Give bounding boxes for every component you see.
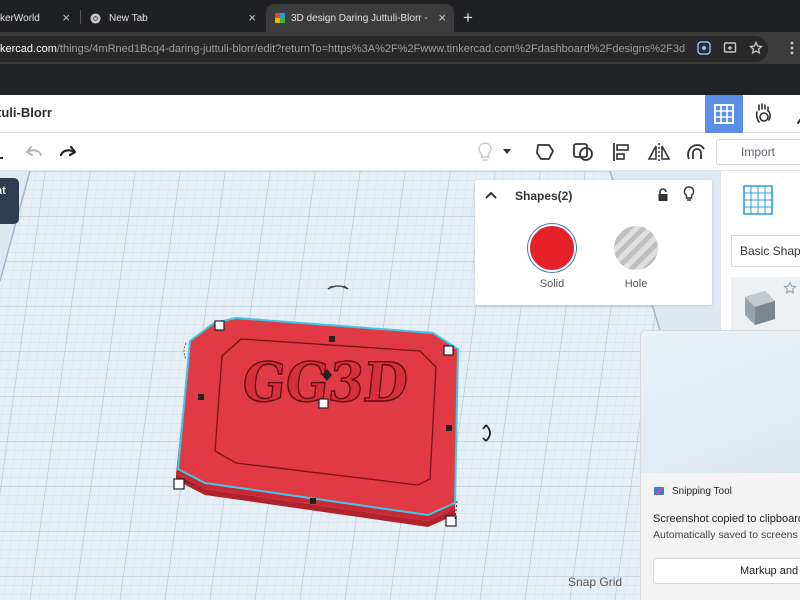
snipping-tool-icon (654, 487, 664, 496)
bookmark-star-icon[interactable] (749, 41, 763, 55)
install-app-icon[interactable] (723, 41, 737, 55)
gg3d-plate-shape[interactable]: GG3D (176, 316, 460, 527)
snipping-tool-notification[interactable]: Snipping Tool Screenshot copied to clipb… (640, 330, 800, 600)
light-button[interactable] (472, 140, 498, 164)
tab-title: New Tab (109, 12, 148, 24)
new-tab-button[interactable]: + (458, 4, 478, 32)
note-button[interactable] (532, 140, 558, 164)
screenshot-preview[interactable] (641, 331, 800, 473)
corner-handle[interactable] (443, 345, 454, 356)
group-button[interactable] (570, 140, 596, 164)
address-bar-row: kercad.com/things/4mRned1Bcq4-daring-jut… (0, 32, 800, 64)
undo-arrow-icon (26, 146, 42, 156)
notification-app-name: Snipping Tool (672, 485, 732, 497)
shape-card-box[interactable] (731, 277, 800, 335)
lock-icon[interactable] (657, 188, 669, 202)
mirror-button[interactable] (646, 140, 672, 164)
snap-grid-label[interactable]: Snap Grid (568, 575, 622, 589)
height-handle[interactable] (318, 398, 329, 409)
cruise-button[interactable] (684, 140, 710, 164)
browser-menu-icon[interactable] (788, 41, 796, 55)
hole-swatch[interactable] (614, 226, 658, 270)
solid-color-swatch[interactable] (530, 226, 574, 270)
redo-button[interactable] (56, 140, 82, 164)
magnet-hand-icon (687, 144, 705, 160)
notification-message: Screenshot copied to clipboard (653, 513, 800, 525)
tab-title: 3D design Daring Juttuli-Blorr - (291, 12, 428, 24)
chrome-icon (90, 12, 101, 24)
visibility-bulb-icon[interactable] (683, 186, 695, 202)
import-button[interactable]: Import (716, 139, 800, 165)
left-panel-tab[interactable]: at (0, 178, 19, 224)
caret-down-icon (503, 149, 511, 154)
grid-icon (714, 104, 734, 124)
close-tab-icon[interactable]: × (248, 10, 256, 25)
url-path: /things/4mRned1Bcq4-daring-juttuli-blorr… (56, 43, 686, 55)
notification-app: Snipping Tool (653, 485, 732, 497)
close-tab-icon[interactable]: × (62, 10, 70, 25)
shape-category-select[interactable]: Basic Shap (731, 235, 800, 267)
collapse-chevron-icon[interactable] (485, 191, 497, 199)
browser-tab-bar: kerWorld × New Tab × 3D design Daring Ju… (0, 0, 800, 32)
url-host: kercad.com (0, 43, 57, 55)
app-header: tuli-Blorr (0, 95, 800, 133)
hole-option[interactable]: Hole (606, 226, 666, 290)
sim-lab-button[interactable] (745, 95, 783, 133)
tab-kerworld[interactable]: kerWorld × (0, 4, 78, 32)
google-lens-icon[interactable] (697, 41, 711, 55)
undo-button[interactable] (20, 140, 46, 164)
align-icon (613, 143, 629, 161)
grid-view-button[interactable] (705, 95, 743, 133)
tab-new-tab[interactable]: New Tab × (82, 4, 264, 32)
pickaxe-icon (797, 118, 800, 124)
box-shape-icon (745, 291, 775, 325)
markup-and-share-button[interactable]: Markup and (653, 558, 800, 584)
favorite-star-icon[interactable] (783, 281, 797, 295)
light-dropdown[interactable] (500, 140, 514, 164)
inspector-title: Shapes(2) (515, 189, 573, 203)
redo-arrow-icon (59, 145, 77, 157)
solid-option[interactable]: Solid (522, 226, 582, 290)
window-strip (0, 64, 800, 95)
group-shapes-icon (573, 143, 593, 161)
solid-label: Solid (539, 278, 565, 290)
design-name[interactable]: tuli-Blorr (0, 105, 52, 120)
corner-handle[interactable] (173, 478, 185, 490)
corner-handle[interactable] (214, 320, 225, 331)
tinkercad-favicon-icon (275, 13, 285, 23)
edit-toolbar: Import (0, 133, 800, 171)
tab-separator (80, 10, 81, 24)
shape-inspector: Shapes(2) Solid Hole (475, 180, 712, 305)
notification-sub-message: Automatically saved to screens (653, 529, 798, 541)
mirror-icon (647, 143, 671, 161)
copy-button[interactable] (0, 140, 12, 164)
tab-title: kerWorld (0, 12, 40, 24)
plus-icon: + (463, 8, 473, 27)
blocks-button[interactable] (785, 95, 800, 133)
lightbulb-icon (478, 142, 492, 161)
copy-icon (0, 157, 3, 159)
align-button[interactable] (608, 140, 634, 164)
url-field[interactable]: kercad.com/things/4mRned1Bcq4-daring-jut… (0, 36, 768, 62)
corner-handle[interactable] (445, 515, 457, 527)
tab-tinkercad-design[interactable]: 3D design Daring Juttuli-Blorr - × (266, 4, 454, 32)
workplane-grid-icon[interactable] (741, 183, 775, 217)
hand-cube-icon (755, 103, 771, 123)
note-icon (536, 144, 554, 160)
hole-label: Hole (624, 278, 648, 290)
close-tab-icon[interactable]: × (438, 10, 446, 25)
